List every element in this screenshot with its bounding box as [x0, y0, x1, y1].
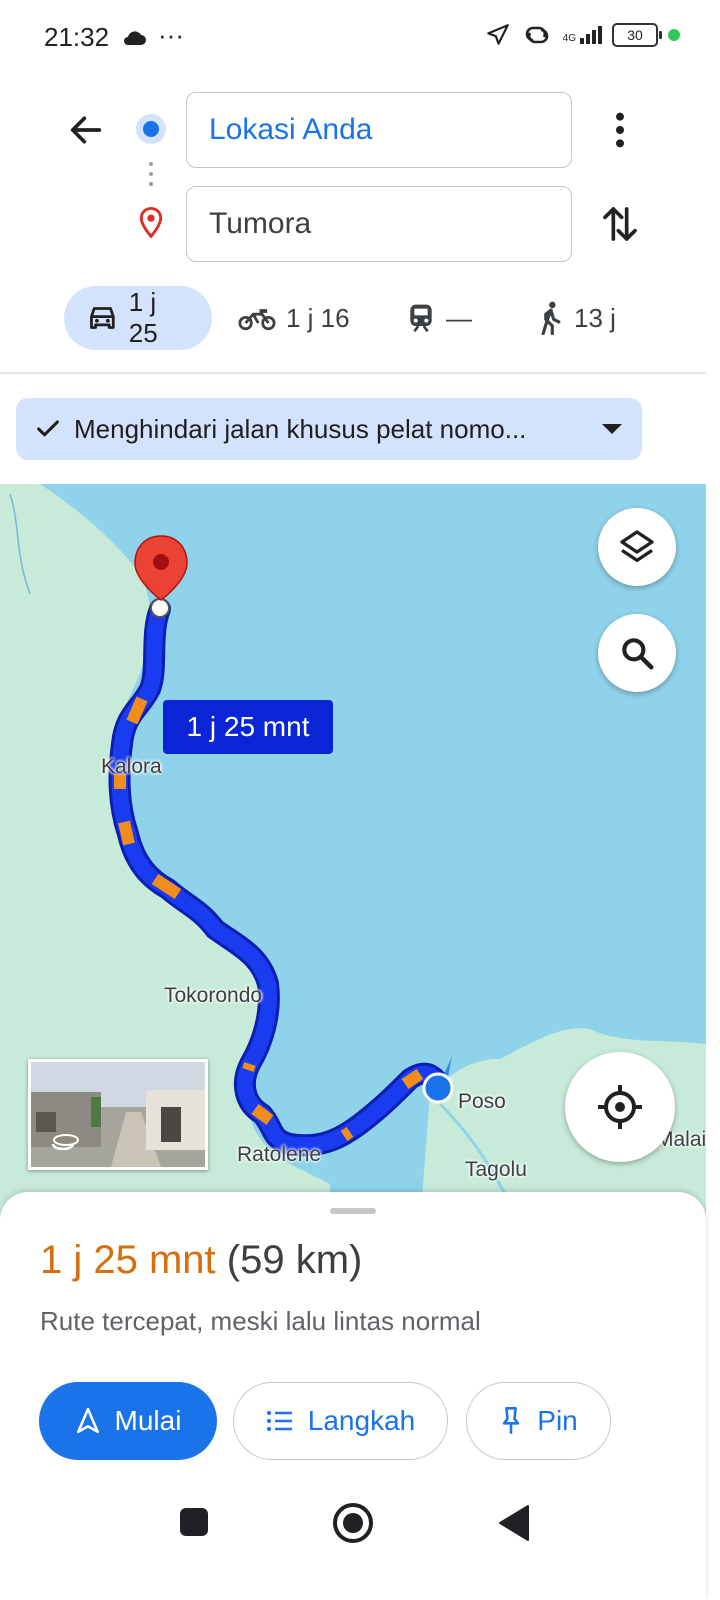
place-label: Tagolu: [465, 1158, 527, 1181]
destination-input[interactable]: Tumora: [186, 186, 572, 262]
traffic-segment: [340, 1127, 354, 1141]
more-options-icon[interactable]: [606, 110, 634, 150]
motorcycle-icon: [238, 309, 276, 331]
traffic-segment: [242, 1062, 256, 1072]
system-navigation-bar: [0, 1490, 720, 1600]
back-nav-icon[interactable]: [496, 1504, 530, 1542]
route-description: Rute tercepat, meski lalu lintas normal: [40, 1306, 481, 1336]
check-icon: [37, 420, 59, 437]
pin-button[interactable]: Pin: [466, 1382, 611, 1460]
list-icon: [266, 1411, 292, 1431]
route-options-chip[interactable]: Menghindari jalan khusus pelat nomo...: [16, 398, 642, 460]
eta-summary: 1 j 25 mnt (59 km): [40, 1238, 362, 1283]
destination-marker-center: [153, 554, 169, 570]
traffic-segment: [401, 1069, 424, 1089]
walk-icon: [541, 301, 561, 335]
steps-button[interactable]: Langkah: [233, 1382, 448, 1460]
search-icon: [622, 638, 654, 670]
location-arrow-icon: [486, 24, 509, 45]
car-icon: [90, 307, 115, 329]
pin-icon: [503, 1407, 520, 1434]
origin-dot-icon: [136, 114, 166, 144]
travel-mode-tabs: 1 j 25 1 j 16 — 13 j: [0, 286, 720, 350]
mode-walking-label: 13 j: [574, 302, 616, 333]
street-view-image: [31, 1062, 205, 1167]
status-more-dots: ···: [158, 20, 184, 50]
train-icon: [410, 304, 432, 333]
network-type: 4G: [562, 33, 576, 44]
status-icons: 4G 30: [485, 22, 680, 48]
eta-distance: (59 km): [226, 1238, 363, 1282]
layers-button[interactable]: [598, 508, 676, 586]
map-search-button[interactable]: [598, 614, 676, 692]
steps-button-label: Langkah: [307, 1405, 416, 1436]
privacy-indicator-dot: [668, 29, 680, 41]
pin-button-label: Pin: [537, 1405, 578, 1436]
mode-transit-label: —: [446, 302, 472, 333]
cloud-icon: [124, 31, 146, 45]
swap-icon[interactable]: [600, 202, 640, 246]
dropdown-arrow-icon: [602, 424, 622, 434]
hotspot-link-icon: [525, 26, 548, 44]
mode-driving-label: 1 j 25: [128, 287, 158, 348]
back-arrow-icon[interactable]: [66, 110, 106, 150]
recenter-button[interactable]: [565, 1052, 675, 1162]
navigation-arrow-icon: [76, 1407, 99, 1434]
place-label: Kalora: [101, 755, 162, 778]
destination-pin-icon: [139, 206, 163, 239]
recent-apps-icon[interactable]: [178, 1506, 210, 1538]
signal-icon: 4G: [563, 26, 602, 44]
mode-motorcycle-label: 1 j 16: [286, 302, 350, 333]
place-label: Tokorondo: [164, 984, 263, 1007]
home-icon[interactable]: [332, 1502, 374, 1544]
crosshair-icon: [598, 1085, 642, 1129]
place-label: Poso: [458, 1090, 506, 1113]
status-bar: 21:32 ··· 4G 30: [0, 0, 720, 78]
street-view-thumbnail[interactable]: [28, 1059, 208, 1170]
origin-input[interactable]: Lokasi Anda: [186, 92, 572, 168]
place-label: Ratolene: [237, 1143, 322, 1166]
route-duration-callout[interactable]: 1 j 25 mnt: [163, 700, 333, 754]
status-time: 21:32: [44, 22, 110, 52]
eta-time: 1 j 25 mnt: [40, 1238, 216, 1282]
battery-icon: 30: [612, 23, 662, 47]
route-connector-dots: [149, 162, 153, 186]
mode-tab-transit[interactable]: —: [406, 286, 472, 350]
sheet-drag-handle[interactable]: [330, 1208, 376, 1214]
mode-tab-driving[interactable]: 1 j 25: [64, 286, 212, 350]
street-view-360-icon: [53, 1134, 79, 1146]
header-divider: [0, 372, 706, 374]
current-location-dot: [422, 1072, 454, 1104]
route-options-label: Menghindari jalan khusus pelat nomo...: [74, 413, 527, 444]
start-button[interactable]: Mulai: [39, 1382, 217, 1460]
layers-icon: [620, 530, 654, 562]
traffic-segment: [118, 820, 135, 846]
mode-tab-motorcycle[interactable]: 1 j 16: [238, 286, 350, 350]
destination-endpoint: [150, 598, 170, 618]
mode-tab-walking[interactable]: 13 j: [538, 286, 616, 350]
start-button-label: Mulai: [114, 1405, 182, 1436]
